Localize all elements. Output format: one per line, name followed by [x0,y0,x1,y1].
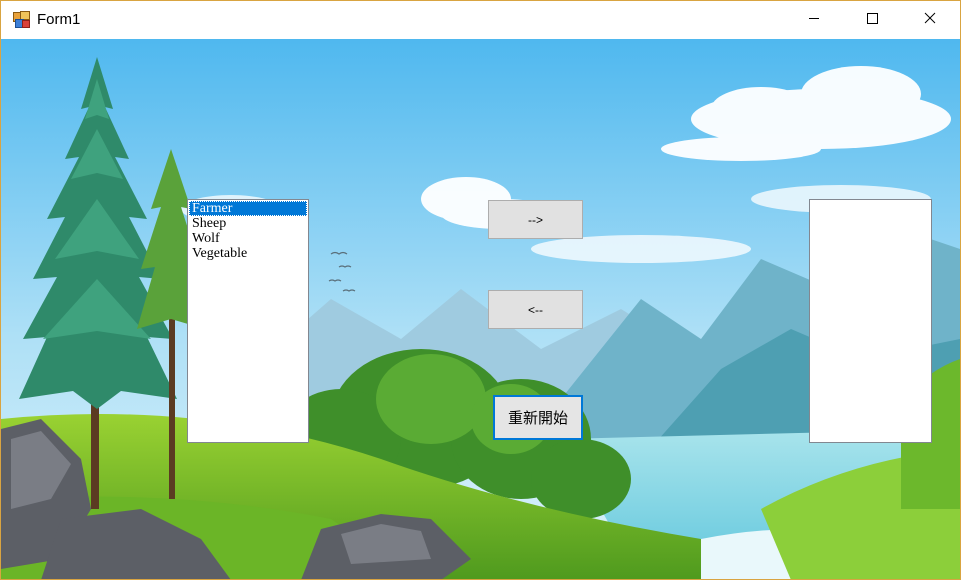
maximize-button[interactable] [843,1,901,39]
minimize-icon [808,11,820,29]
close-icon [924,11,936,29]
right-bank-listbox[interactable] [809,199,932,443]
minimize-button[interactable] [785,1,843,39]
client-area: Farmer Sheep Wolf Vegetable --> <-- 重新開始 [1,39,960,579]
close-button[interactable] [901,1,959,39]
restart-button[interactable]: 重新開始 [493,395,583,440]
list-item[interactable]: Vegetable [189,246,307,261]
winforms-app-icon [13,11,30,28]
move-right-button[interactable]: --> [488,200,583,239]
form1-window: Form1 Farmer Sheep Wolf Vegetable --> <-… [0,0,961,580]
list-item[interactable]: Farmer [189,201,307,216]
left-bank-listbox[interactable]: Farmer Sheep Wolf Vegetable [187,199,309,443]
list-item[interactable]: Wolf [189,231,307,246]
list-item[interactable]: Sheep [189,216,307,231]
title-bar[interactable]: Form1 [1,1,960,39]
move-left-button[interactable]: <-- [488,290,583,329]
maximize-icon [866,11,878,29]
window-title: Form1 [37,11,81,28]
